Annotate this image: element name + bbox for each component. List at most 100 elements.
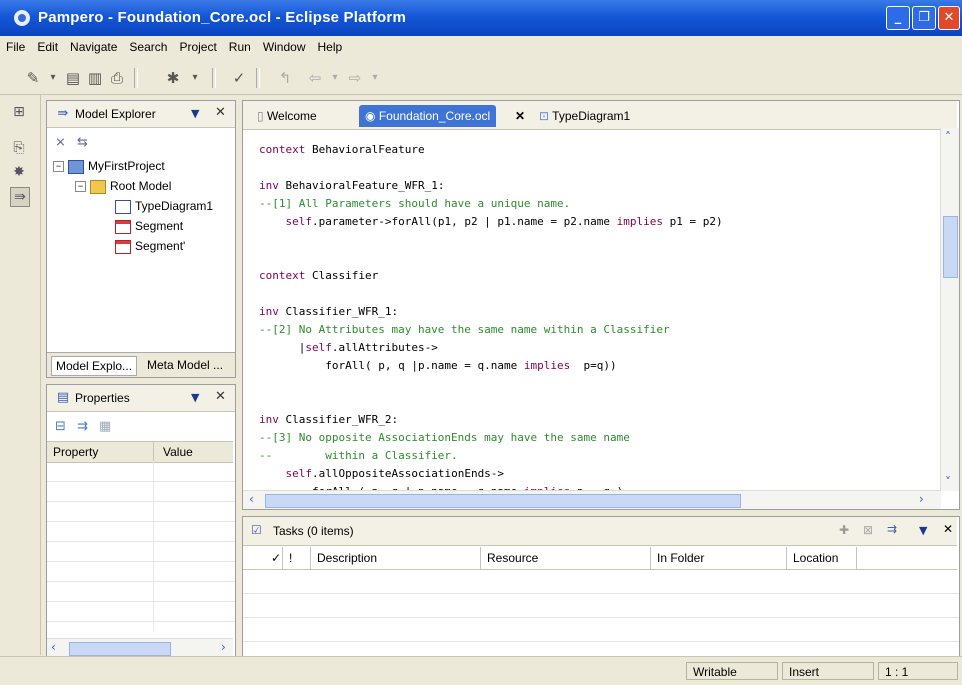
run-icon[interactable]: ✱ — [164, 69, 182, 87]
menu-project[interactable]: Project — [173, 36, 222, 54]
code-comment: --[3] No opposite AssociationEnds may ha… — [259, 431, 630, 444]
menu-search[interactable]: Search — [123, 36, 173, 54]
add-task-icon[interactable]: ✚ — [839, 523, 849, 537]
code-text: Classifier_WFR_1: — [278, 305, 399, 318]
code-comment: --[1] All Parameters should have a uniqu… — [259, 197, 571, 210]
vertical-scrollbar[interactable]: ˄ ˅ — [940, 128, 959, 491]
code-text: .allAttributes-> — [331, 341, 438, 354]
column-value[interactable]: Value — [163, 445, 193, 459]
save-all-icon[interactable]: ▥ — [86, 69, 104, 87]
filter-icon[interactable]: ⇉ — [77, 419, 88, 434]
view-menu-icon[interactable]: ▼ — [191, 391, 199, 404]
restore-default-icon[interactable]: ▦ — [99, 419, 111, 434]
new-dropdown-icon[interactable]: ▾ — [44, 69, 62, 87]
row-line — [47, 561, 235, 562]
close-view-icon[interactable]: ✕ — [215, 389, 226, 404]
minimize-button[interactable]: _ — [886, 6, 910, 30]
scroll-right-icon[interactable]: › — [919, 492, 924, 506]
header-line — [243, 569, 957, 570]
column-property[interactable]: Property — [53, 445, 98, 459]
collapse-icon[interactable]: − — [75, 181, 86, 193]
scroll-thumb[interactable] — [265, 494, 741, 508]
close-view-icon[interactable]: ✕ — [215, 105, 226, 120]
tree-item-project[interactable]: − MyFirstProject — [53, 159, 165, 174]
scroll-up-icon[interactable]: ˄ — [945, 130, 951, 144]
menu-window[interactable]: Window — [257, 36, 312, 54]
save-icon[interactable]: ▤ — [64, 69, 82, 87]
model-explorer-icon: ⇛ — [57, 106, 69, 121]
filter-icon[interactable]: ⇉ — [887, 522, 897, 536]
column-description[interactable]: Description — [311, 547, 481, 569]
scroll-right-icon[interactable]: › — [221, 640, 226, 654]
tree-item-segment-prime[interactable]: Segment' — [115, 239, 185, 254]
horizontal-scrollbar[interactable]: ‹ › — [243, 490, 941, 509]
tab-foundation-core[interactable]: ◉ Foundation_Core.ocl — [359, 105, 497, 127]
scroll-thumb[interactable] — [69, 642, 171, 656]
row-line — [47, 521, 235, 522]
code-keyword: inv — [259, 413, 279, 426]
column-in-folder[interactable]: In Folder — [651, 547, 787, 569]
column-completed[interactable]: ✓ — [265, 547, 283, 569]
menu-edit[interactable]: Edit — [31, 36, 64, 54]
eclipse-icon — [14, 10, 30, 26]
close-button[interactable]: ✕ — [938, 6, 960, 30]
open-perspective-icon[interactable]: ⊞ — [10, 103, 28, 121]
scroll-down-icon[interactable]: ˅ — [945, 475, 951, 489]
code-comment: -- within a Classifier. — [259, 449, 458, 462]
back-icon[interactable]: ⇦ — [306, 69, 324, 87]
link-editor-icon[interactable]: ⇆ — [77, 135, 88, 150]
collapse-all-icon[interactable]: ⨯ — [55, 135, 66, 150]
model-explorer-header: ⇛ Model Explorer ▼ ✕ — [47, 101, 235, 128]
code-text: Classifier — [305, 269, 379, 282]
row-line — [47, 621, 235, 622]
code-editor[interactable]: context BehavioralFeature inv Behavioral… — [259, 141, 723, 501]
forward-icon[interactable]: ⇨ — [346, 69, 364, 87]
back-dropdown-icon[interactable]: ▾ — [326, 69, 344, 87]
print-icon[interactable]: ⎙ — [108, 69, 126, 87]
column-priority[interactable]: ! — [283, 547, 311, 569]
tab-meta-model[interactable]: Meta Model ... — [147, 358, 223, 372]
tree-item-root-model[interactable]: − Root Model — [75, 179, 171, 194]
pin-icon[interactable]: ✓ — [230, 69, 248, 87]
debug-perspective-icon[interactable]: ✸ — [10, 163, 28, 181]
delete-completed-icon[interactable]: ⊠ — [863, 523, 873, 537]
tab-model-explorer[interactable]: Model Explo... — [51, 356, 138, 376]
menu-help[interactable]: Help — [312, 36, 349, 54]
code-comment: --[2] No Attributes may have the same na… — [259, 323, 670, 336]
new-icon[interactable]: ✎ — [24, 69, 42, 87]
column-resource[interactable]: Resource — [481, 547, 651, 569]
class-icon — [115, 239, 131, 254]
collapse-icon[interactable]: − — [53, 161, 64, 173]
view-menu-icon[interactable]: ▼ — [919, 524, 927, 537]
tab-typediagram[interactable]: ⊡ TypeDiagram1 — [539, 105, 630, 127]
tree-item-typediagram[interactable]: TypeDiagram1 — [115, 199, 213, 214]
last-edit-icon[interactable]: ↰ — [276, 69, 294, 87]
row-line — [47, 481, 235, 482]
horizontal-scrollbar[interactable]: ‹ › — [47, 638, 233, 657]
model-perspective-icon[interactable]: ⇛ — [10, 187, 30, 207]
tree-item-segment[interactable]: Segment — [115, 219, 183, 234]
column-location[interactable]: Location — [787, 547, 857, 569]
status-writable: Writable — [686, 662, 778, 680]
toolbar-separator — [256, 68, 260, 88]
menu-file[interactable]: File — [0, 36, 31, 54]
menu-navigate[interactable]: Navigate — [64, 36, 123, 54]
run-dropdown-icon[interactable]: ▾ — [186, 69, 204, 87]
scroll-left-icon[interactable]: ‹ — [51, 640, 56, 654]
forward-dropdown-icon[interactable]: ▾ — [366, 69, 384, 87]
close-view-icon[interactable]: ✕ — [943, 522, 953, 536]
view-menu-icon[interactable]: ▼ — [191, 107, 199, 120]
scroll-thumb[interactable] — [943, 216, 958, 278]
scroll-left-icon[interactable]: ‹ — [249, 492, 254, 506]
maximize-button[interactable]: ❐ — [912, 6, 936, 30]
categories-icon[interactable]: ⊟ — [55, 419, 66, 434]
code-text: .allOppositeAssociationEnds-> — [312, 467, 505, 480]
resource-perspective-icon[interactable]: ⎘ — [10, 139, 28, 157]
menu-run[interactable]: Run — [223, 36, 257, 54]
title-bar[interactable]: Pampero - Foundation_Core.ocl - Eclipse … — [0, 0, 962, 36]
editor-panel: ▯ Welcome ◉ Foundation_Core.ocl ✕ ⊡ Type… — [242, 100, 960, 510]
tab-welcome[interactable]: ▯ Welcome — [257, 105, 317, 127]
close-tab-icon[interactable]: ✕ — [515, 105, 525, 127]
